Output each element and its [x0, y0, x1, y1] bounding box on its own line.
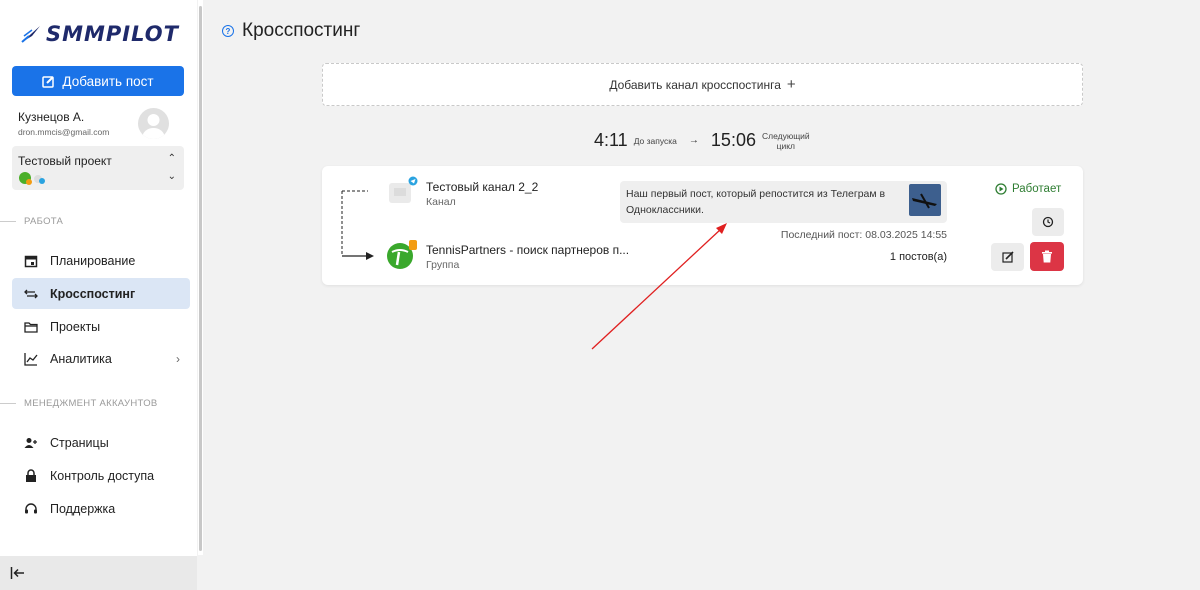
section-accounts: МЕНЕДЖМЕНТ АККАУНТОВ — [0, 398, 158, 409]
until-start-label: До запуска — [633, 135, 677, 146]
edit-icon — [42, 75, 55, 88]
group-avatar-icon — [387, 240, 417, 269]
target-group-type: Группа — [426, 259, 460, 271]
user-name: Кузнецов А. — [18, 110, 85, 124]
status-text: Работает — [1012, 183, 1062, 195]
user-avatar-icon — [142, 114, 165, 139]
post-count: 1 постов(а) — [889, 251, 947, 263]
crosspost-icon — [24, 289, 38, 298]
rocket-icon — [21, 26, 40, 43]
logo-text: SMMPILOT — [46, 22, 179, 46]
project-channel-icons — [18, 171, 46, 185]
avatar[interactable] — [138, 108, 169, 139]
nav-support-label: Поддержка — [50, 501, 116, 516]
sidebar: SMMPILOT Добавить пост Кузнецов А. dron.… — [0, 0, 197, 590]
last-post-preview[interactable]: Наш первый пост, который репостится из Т… — [620, 181, 947, 223]
post-preview-text: Наш первый пост, который репостится из Т… — [626, 188, 886, 216]
chevron-right-icon: › — [176, 351, 180, 366]
nav-crossposting-label: Кросспостинг — [50, 286, 136, 301]
add-post-button[interactable]: Добавить пост — [12, 66, 184, 96]
chevron-down-icon[interactable]: ⌄ — [168, 171, 176, 182]
nav-projects-label: Проекты — [50, 319, 101, 334]
next-cycle-label: Следующий цикл — [761, 130, 810, 151]
nav-pages-label: Страницы — [50, 435, 109, 450]
connector-arrow — [341, 190, 374, 260]
channel-avatar-icon — [389, 176, 418, 203]
history-icon — [1042, 216, 1054, 228]
lock-icon — [26, 468, 36, 482]
add-channel-button[interactable]: Добавить канал кросспостинга + — [322, 63, 1083, 106]
cycle-timer: 4:11 До запуска → 15:06 Следующий цикл — [594, 130, 810, 151]
edit-button[interactable] — [991, 243, 1024, 271]
add-post-label: Добавить пост — [62, 73, 154, 89]
nav-projects[interactable]: Проекты — [12, 311, 190, 342]
play-circle-icon — [995, 183, 1007, 195]
history-button[interactable] — [1032, 208, 1064, 236]
crosspost-card: Тестовый канал 2_2 Канал TennisPartners … — [322, 166, 1083, 285]
nav-analytics-label: Аналитика — [50, 351, 112, 366]
collapse-sidebar-button[interactable] — [0, 556, 197, 590]
headset-icon — [25, 502, 37, 513]
nav-access-control-label: Контроль доступа — [50, 468, 155, 483]
status-badge: Работает — [995, 183, 1061, 195]
section-work: РАБОТА — [0, 216, 63, 227]
chevron-up-icon[interactable]: ⌃ — [168, 153, 176, 164]
airplane-icon — [912, 193, 937, 209]
tennis-ball-icon — [19, 172, 32, 185]
until-start-value: 4:11 — [594, 130, 628, 150]
last-post-date: Последний пост: 08.03.2025 14:55 — [780, 229, 947, 241]
source-channel-name: Тестовый канал 2_2 — [426, 180, 539, 194]
page-title-text: Кросспостинг — [242, 20, 361, 41]
plus-icon: + — [786, 76, 796, 93]
delete-button[interactable] — [1030, 242, 1064, 271]
post-thumbnail — [909, 184, 941, 216]
nav-planning-label: Планирование — [50, 253, 136, 268]
chart-icon — [24, 352, 38, 366]
collapse-left-icon — [10, 567, 24, 579]
arrow-right-icon: → — [688, 135, 699, 146]
telegram-badge-icon — [34, 175, 45, 184]
add-channel-label: Добавить канал кросспостинга — [609, 77, 781, 92]
project-selector[interactable]: Тестовый проект ⌃ ⌄ — [12, 146, 184, 190]
next-cycle-value: 15:06 — [710, 130, 756, 150]
trash-icon — [1042, 250, 1052, 263]
pencil-icon — [1001, 251, 1014, 263]
nav-planning[interactable]: Планирование — [12, 245, 190, 276]
folder-icon — [24, 321, 38, 333]
sidebar-scrollbar[interactable] — [198, 0, 203, 555]
source-channel-type: Канал — [426, 196, 456, 208]
nav-crossposting[interactable]: Кросспостинг — [12, 278, 190, 309]
target-group-name: TennisPartners - поиск партнеров п... — [426, 243, 630, 257]
page-title: ? Кросспостинг — [222, 20, 360, 42]
add-user-icon — [24, 437, 37, 448]
calendar-icon — [24, 255, 38, 267]
nav-access-control[interactable]: Контроль доступа — [12, 460, 190, 491]
help-icon[interactable]: ? — [222, 25, 234, 37]
user-email: dron.mmcis@gmail.com — [18, 127, 110, 137]
nav-support[interactable]: Поддержка — [12, 493, 190, 524]
project-name: Тестовый проект — [18, 154, 112, 168]
nav-pages[interactable]: Страницы — [12, 427, 190, 458]
nav-analytics[interactable]: Аналитика › — [12, 343, 190, 374]
logo[interactable]: SMMPILOT — [20, 22, 179, 46]
